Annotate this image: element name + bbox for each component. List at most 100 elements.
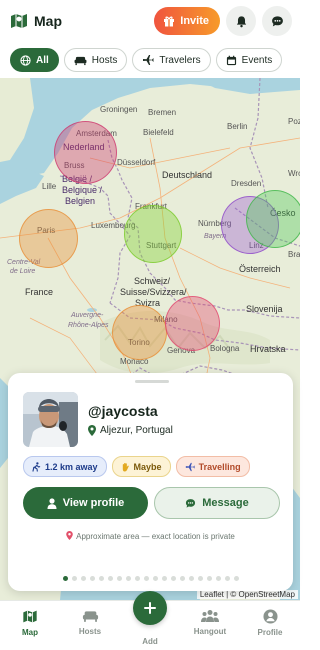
- status-label: Maybe: [133, 461, 162, 472]
- status-badge: Maybe: [111, 456, 171, 477]
- map-label-france: France: [25, 287, 54, 297]
- avatar[interactable]: [23, 392, 78, 447]
- filter-chips: All Hosts Travelers Events: [10, 48, 283, 72]
- carousel-dot[interactable]: [215, 576, 221, 581]
- add-button[interactable]: [133, 591, 167, 625]
- plane-icon: [143, 55, 155, 65]
- map-label-schweiz: Schweiz/: [134, 276, 171, 286]
- nav-hangout-label: Hangout: [193, 627, 227, 636]
- map-label-auvergne: Auvergne-: [71, 312, 104, 319]
- filter-hosts-chip[interactable]: Hosts: [63, 48, 128, 72]
- sofa-icon: [82, 611, 98, 622]
- avatar-photo: [23, 392, 78, 447]
- map-label-deloire: de Loire: [10, 268, 36, 275]
- username: @jaycosta: [88, 403, 158, 419]
- carousel-dot[interactable]: [206, 576, 212, 581]
- map-label-rhone: Rhône-Alpes: [68, 322, 109, 329]
- map-label-wroc: Wroc: [288, 169, 300, 178]
- map-label-bratis: Bratis: [288, 250, 300, 259]
- filter-all-chip[interactable]: All: [10, 48, 59, 72]
- map-label-slovenija: Slovenija: [246, 304, 283, 314]
- chat-bubble-icon: [271, 15, 283, 26]
- carousel-dot[interactable]: [107, 576, 113, 581]
- nav-profile-label: Profile: [257, 628, 283, 637]
- carousel-dot[interactable]: [71, 576, 77, 581]
- nav-hangout[interactable]: Hangout: [185, 609, 235, 636]
- area-circle-paris[interactable]: [19, 209, 78, 268]
- drag-handle[interactable]: [135, 380, 169, 383]
- carousel-dot[interactable]: [62, 576, 68, 581]
- app-header: Map Invite: [0, 0, 300, 42]
- nav-hosts[interactable]: Hosts: [65, 609, 115, 636]
- message-label: Message: [202, 497, 249, 509]
- carousel-dot[interactable]: [170, 576, 176, 581]
- carousel-dot[interactable]: [143, 576, 149, 581]
- map-label-berlin: Berlin: [227, 122, 248, 131]
- filter-all-label: All: [36, 54, 49, 66]
- bottom-nav: Map Hosts Add Hangout Profile: [0, 591, 300, 650]
- user-location: Aljezur, Portugal: [88, 425, 173, 436]
- carousel-dot[interactable]: [80, 576, 86, 581]
- bell-icon: [236, 15, 246, 27]
- area-circle-stuttgart[interactable]: [124, 205, 182, 263]
- distance-label: 1.2 km away: [45, 461, 98, 472]
- nav-profile[interactable]: Profile: [245, 609, 295, 637]
- carousel-dot[interactable]: [116, 576, 122, 581]
- gift-icon: [164, 16, 175, 27]
- area-circle-torino[interactable]: [112, 305, 167, 360]
- carousel-dot[interactable]: [179, 576, 185, 581]
- map-icon: [23, 610, 37, 623]
- message-button[interactable]: Message: [154, 487, 280, 519]
- messages-button[interactable]: [262, 6, 292, 36]
- profile-card: @jaycosta Aljezur, Portugal 1.2 km away …: [8, 373, 293, 591]
- travel-mode-label: Travelling: [198, 461, 241, 472]
- carousel-dot[interactable]: [197, 576, 203, 581]
- carousel-dot[interactable]: [224, 576, 230, 581]
- carousel-dot[interactable]: [89, 576, 95, 581]
- filter-events-chip[interactable]: Events: [215, 48, 283, 72]
- filter-travelers-chip[interactable]: Travelers: [132, 48, 211, 72]
- carousel-dot[interactable]: [98, 576, 104, 581]
- walking-icon: [32, 461, 41, 472]
- distance-badge: 1.2 km away: [23, 456, 107, 477]
- map-label-belgien: Belgien: [65, 196, 96, 206]
- nav-add-label: Add: [142, 637, 158, 646]
- view-profile-button[interactable]: View profile: [23, 487, 148, 519]
- carousel-dot[interactable]: [134, 576, 140, 581]
- calendar-icon: [226, 55, 236, 65]
- privacy-note-text: Approximate area — exact location is pri…: [76, 532, 235, 541]
- map-label-suisse: Suisse/Svizzera/: [120, 287, 187, 297]
- map-attribution[interactable]: Leaflet | © OpenStreetMap: [196, 590, 298, 599]
- area-circle-cesko[interactable]: [246, 190, 300, 248]
- carousel-dot[interactable]: [152, 576, 158, 581]
- carousel-dot[interactable]: [188, 576, 194, 581]
- notifications-button[interactable]: [226, 6, 256, 36]
- page-title: Map: [34, 13, 62, 29]
- map-label-deutschland: Deutschland: [162, 170, 213, 180]
- map-icon: [11, 14, 27, 28]
- map-label-lille: Lille: [42, 182, 57, 191]
- person-icon: [47, 497, 57, 509]
- sofa-icon: [74, 56, 87, 65]
- view-profile-label: View profile: [62, 497, 125, 509]
- map-label-poznan: Pozn: [288, 117, 300, 126]
- filter-travelers-label: Travelers: [159, 54, 201, 66]
- nav-map[interactable]: Map: [5, 609, 55, 637]
- hand-wave-icon: [122, 462, 129, 471]
- carousel-dot[interactable]: [233, 576, 239, 581]
- area-circle-netherlands[interactable]: [54, 121, 117, 184]
- plane-icon: [185, 462, 195, 471]
- nav-map-label: Map: [22, 628, 38, 637]
- map-label-bologna: Bologna: [210, 344, 240, 353]
- carousel-dot[interactable]: [125, 576, 131, 581]
- carousel-dot[interactable]: [161, 576, 167, 581]
- map-label-bremen: Bremen: [148, 108, 177, 117]
- map-label-groningen: Groningen: [100, 105, 138, 114]
- map-label-hrvatska: Hrvatska: [250, 344, 286, 354]
- area-circle-milano[interactable]: [165, 296, 220, 351]
- map-label-bielefeld: Bielefeld: [143, 128, 174, 137]
- invite-label: Invite: [180, 15, 209, 27]
- invite-button[interactable]: Invite: [154, 7, 220, 35]
- badge-row: 1.2 km away Maybe Travelling: [23, 456, 250, 477]
- location-pin-icon: [88, 425, 96, 436]
